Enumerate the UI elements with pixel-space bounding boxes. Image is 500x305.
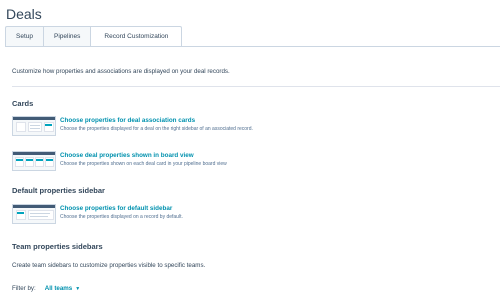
tab-setup[interactable]: Setup <box>5 26 43 47</box>
card-deal-association: Choose properties for deal association c… <box>12 116 253 136</box>
default-sidebar-link[interactable]: Choose properties for default sidebar <box>60 205 183 212</box>
default-sidebar-thumbnail <box>12 204 56 224</box>
default-sidebar-section-title: Default properties sidebar <box>12 186 105 195</box>
cards-section-title: Cards <box>12 99 34 108</box>
team-filter-value: All teams <box>44 285 73 292</box>
section-divider <box>12 86 500 87</box>
board-view-properties-link[interactable]: Choose deal properties shown in board vi… <box>60 152 227 159</box>
board-view-thumbnail <box>12 151 56 171</box>
tab-bar: Setup Pipelines Record Customization <box>5 26 183 47</box>
team-sidebars-section-title: Team properties sidebars <box>12 242 103 251</box>
card-board-view: Choose deal properties shown in board vi… <box>12 151 227 171</box>
deal-association-cards-link[interactable]: Choose properties for deal association c… <box>60 117 253 124</box>
team-sidebars-description: Create team sidebars to customize proper… <box>12 262 206 269</box>
association-cards-thumbnail <box>12 116 56 136</box>
team-filter-dropdown[interactable]: All teams ▼ <box>45 285 80 292</box>
caret-down-icon: ▼ <box>75 285 81 292</box>
page-title: Deals <box>6 6 42 22</box>
deal-association-cards-description: Choose the properties displayed for a de… <box>60 126 253 132</box>
intro-text: Customize how properties and association… <box>12 68 230 75</box>
board-view-properties-description: Choose the properties shown on each deal… <box>60 161 227 167</box>
card-default-sidebar: Choose properties for default sidebar Ch… <box>12 204 183 224</box>
filter-label: Filter by: <box>12 285 36 292</box>
team-filter: Filter by: All teams ▼ <box>12 285 80 292</box>
tab-divider <box>5 46 500 47</box>
tab-pipelines[interactable]: Pipelines <box>43 26 91 47</box>
tab-record-customization[interactable]: Record Customization <box>90 26 183 47</box>
default-sidebar-description: Choose the properties displayed on a rec… <box>60 214 183 220</box>
